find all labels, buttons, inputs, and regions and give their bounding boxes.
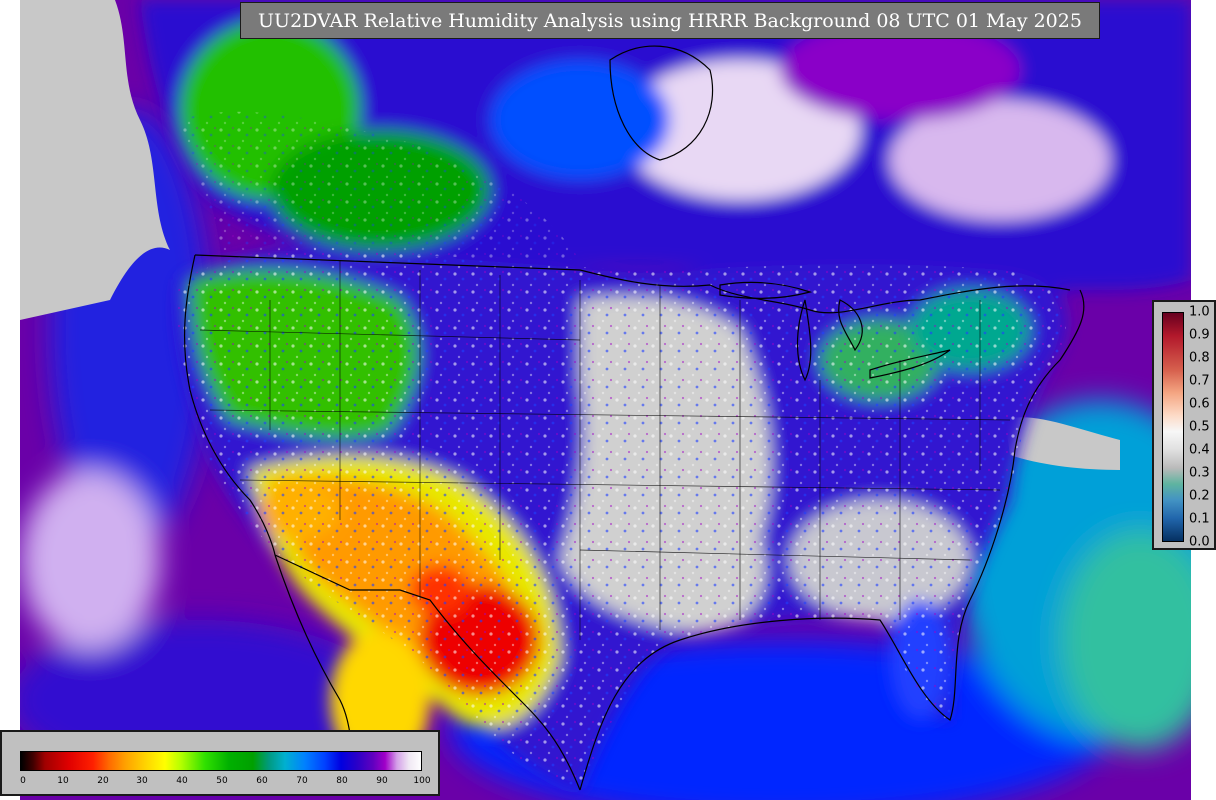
rh-tick-label: 20 (97, 776, 109, 786)
rh-tick-label: 100 (413, 776, 431, 786)
rh-tick-label: 0 (20, 776, 26, 786)
rh-tick-label: 40 (176, 776, 188, 786)
qc-colorbar-legend: 1.0 0.9 0.8 0.7 0.6 0.5 0.4 0.3 0.2 0.1 … (1152, 300, 1216, 550)
qc-tick-label: 0.2 (1189, 488, 1210, 504)
map-title: UU2DVAR Relative Humidity Analysis using… (240, 2, 1100, 39)
qc-tick-label: 0.0 (1189, 534, 1210, 550)
qc-tick-label: 0.6 (1189, 396, 1210, 412)
qc-tick-label: 0.5 (1189, 419, 1210, 435)
pacific-light-zone (20, 470, 160, 650)
qc-tick-label: 0.4 (1189, 442, 1210, 458)
rh-tick-label: 80 (336, 776, 348, 786)
rh-tick-label: 30 (136, 776, 148, 786)
qc-tick-label: 0.3 (1189, 465, 1210, 481)
qc-tick-label: 0.9 (1189, 327, 1210, 343)
qc-colorbar (1162, 312, 1184, 542)
map-canvas (20, 0, 1191, 800)
rh-tick-label: 60 (256, 776, 268, 786)
rh-analysis-map (20, 0, 1191, 800)
rh-colorbar-legend: 0 10 20 30 40 50 60 70 80 90 100 (0, 730, 440, 796)
rh-tick-label: 90 (376, 776, 388, 786)
qc-tick-label: 1.0 (1189, 304, 1210, 320)
canada-blue-zone (490, 60, 670, 180)
rh-colorbar (20, 751, 422, 771)
qc-tick-label: 0.7 (1189, 373, 1210, 389)
rh-tick-label: 70 (296, 776, 308, 786)
qc-tick-label: 0.8 (1189, 350, 1210, 366)
rh-tick-label: 50 (216, 776, 228, 786)
qc-tick-label: 0.1 (1189, 511, 1210, 527)
rh-tick-label: 10 (57, 776, 69, 786)
